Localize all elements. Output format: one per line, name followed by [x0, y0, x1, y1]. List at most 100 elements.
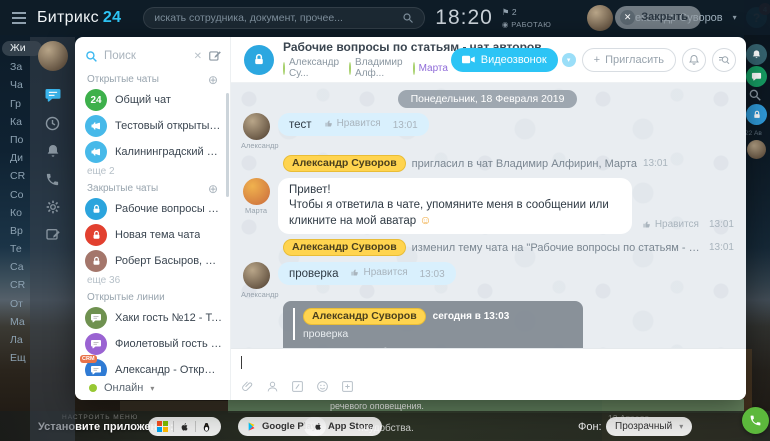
composer-toolbar: [241, 380, 354, 393]
chat-item-general[interactable]: 24 Общий чат: [75, 87, 230, 113]
participant-name[interactable]: Владимир Алф...: [355, 57, 403, 79]
rail-lock-button[interactable]: [746, 104, 767, 125]
participant-avatar[interactable]: [349, 62, 351, 75]
participant-name-bot[interactable]: Марта: [419, 63, 448, 74]
chat-title[interactable]: Рабочие вопросы по статьям - чат авторов: [283, 40, 442, 54]
hamburger-menu-icon[interactable]: [12, 12, 26, 24]
chat-title-block: Рабочие вопросы по статьям - чат авторов…: [283, 40, 442, 79]
message-avatar[interactable]: [243, 262, 270, 289]
invite-button[interactable]: + Пригласить: [582, 48, 676, 72]
message-composer[interactable]: [231, 348, 746, 400]
flag-icon: ⚑: [502, 7, 510, 17]
rail-avatar[interactable]: [747, 140, 766, 159]
show-more-link[interactable]: еще 36: [87, 275, 230, 286]
openlines-board-icon[interactable]: [43, 225, 63, 245]
message-search-button[interactable]: [712, 48, 736, 72]
messenger-profile-avatar[interactable]: [38, 41, 68, 71]
like-link[interactable]: Нравится: [642, 219, 699, 230]
message: Марта Привет! Чтобы я ответила в чате, у…: [241, 178, 734, 234]
close-slider-button[interactable]: ✕ Закрыть: [615, 6, 701, 29]
online-status-selector[interactable]: Онлайн ▾: [75, 376, 230, 400]
apps-plus-icon[interactable]: [341, 380, 354, 393]
video-call-button[interactable]: Видеозвонок: [451, 48, 558, 72]
message: Александр проверка Нравится 13:03: [241, 262, 734, 299]
calls-phone-icon[interactable]: [43, 169, 63, 189]
chats-tab-icon[interactable]: [43, 85, 63, 105]
section-open-lines: Открытые линии: [87, 292, 218, 303]
work-status-block[interactable]: ⚑ 2 ◉ РАБОТАЮ: [502, 7, 551, 29]
flag-counter: ⚑ 2: [502, 7, 551, 18]
chat-item[interactable]: Новая тема чата: [75, 222, 230, 248]
participant-avatar[interactable]: [413, 62, 415, 75]
message-avatar[interactable]: [243, 178, 270, 205]
quote-icon[interactable]: [291, 380, 304, 393]
user-avatar[interactable]: [587, 5, 613, 31]
chat-item[interactable]: Роберт Басыров, Александр Су...: [75, 248, 230, 274]
message-bubble: тест Нравится 13:01: [278, 113, 429, 136]
message-author: Александр: [241, 141, 271, 150]
show-more-link[interactable]: еще 2: [87, 166, 230, 177]
message-time: 13:03: [420, 269, 445, 280]
clock-time[interactable]: 18:20: [435, 6, 493, 30]
chat-item[interactable]: Калининградский офис: [75, 139, 230, 165]
message-time: 13:01: [709, 219, 734, 230]
emoji-smiley-icon[interactable]: [316, 380, 329, 393]
notifications-bell-icon[interactable]: [43, 141, 63, 161]
apple-icon[interactable]: [179, 421, 190, 433]
user-menu[interactable]: Александр Суворов ✕ Закрыть ▾: [587, 5, 736, 31]
clear-search-icon[interactable]: ✕: [194, 51, 202, 62]
windows-icon[interactable]: [157, 421, 168, 432]
desktop-apps-button[interactable]: [148, 417, 221, 436]
compose-icon[interactable]: [208, 49, 222, 63]
participant-name[interactable]: Александр Су...: [289, 57, 339, 79]
chat-24-icon: 24: [85, 89, 107, 111]
section-title: Открытые линии: [87, 292, 165, 303]
settings-gear-icon[interactable]: [43, 197, 63, 217]
user-menu-caret-icon[interactable]: ▾: [733, 13, 737, 22]
global-search-input[interactable]: [154, 12, 402, 24]
background-select[interactable]: Прозрачный ▾: [606, 417, 692, 436]
background-setting-label: Фон:: [578, 421, 602, 433]
like-link[interactable]: Нравится: [324, 118, 381, 129]
text-cursor: [241, 356, 242, 369]
app-logo[interactable]: Битрикс24: [37, 9, 121, 27]
history-clock-icon[interactable]: [43, 113, 63, 133]
chat-item[interactable]: Тестовый открытый чат: [75, 113, 230, 139]
chevron-down-icon: ▾: [679, 422, 683, 431]
section-closed-chats: Закрытые чаты ⊕: [87, 183, 218, 194]
feedback-chat-button[interactable]: [746, 66, 767, 87]
logo-text: Битрикс: [37, 9, 99, 26]
rail-search-icon[interactable]: [748, 88, 762, 102]
user-mention-pill[interactable]: Александр Суворов: [303, 308, 426, 325]
bitrix24-app: Битрикс24 18:20 ⚑ 2 ◉ РАБОТАЮ Александр …: [0, 0, 770, 441]
openline-item[interactable]: Фиолетовый гость №22 - Test_m...: [75, 331, 230, 357]
notification-text-fragment: речевого оповещения.: [330, 401, 424, 411]
message-avatar[interactable]: [243, 113, 270, 140]
mute-bell-button[interactable]: [682, 48, 706, 72]
user-mention-pill[interactable]: Александр Суворов: [283, 155, 406, 172]
status-working: ◉ РАБОТАЮ: [502, 20, 551, 29]
attach-paperclip-icon[interactable]: [241, 380, 254, 393]
call-phone-button[interactable]: [742, 407, 769, 434]
chat-header: Рабочие вопросы по статьям - чат авторов…: [231, 37, 746, 83]
megaphone-icon: [85, 141, 107, 163]
sidebar-scrollbar[interactable]: [226, 93, 229, 197]
notifications-bell-button[interactable]: [746, 44, 767, 65]
global-search[interactable]: [143, 7, 425, 29]
chat-item-active[interactable]: Рабочие вопросы по статьям - ч...: [75, 196, 230, 222]
add-chat-icon[interactable]: ⊕: [208, 75, 218, 85]
openline-item[interactable]: Хаки гость №12 - Test_metrika: [75, 305, 230, 331]
linux-icon[interactable]: [201, 421, 212, 433]
chat-search-input[interactable]: [104, 50, 188, 62]
lock-icon: [85, 250, 107, 272]
add-chat-icon[interactable]: ⊕: [208, 184, 218, 194]
video-call-options-caret[interactable]: ▾: [562, 53, 576, 67]
mention-person-icon[interactable]: [266, 380, 279, 393]
section-title: Открытые чаты: [87, 74, 159, 85]
participant-avatar[interactable]: [283, 62, 285, 75]
user-mention-pill[interactable]: Александр Суворов: [283, 239, 406, 256]
background-text-fragment: неудобства.: [358, 423, 414, 434]
like-link[interactable]: Нравится: [350, 267, 407, 278]
chat-search[interactable]: ✕: [85, 44, 222, 68]
date-separator: Понедельник, 18 Февраля 2019: [398, 90, 578, 108]
